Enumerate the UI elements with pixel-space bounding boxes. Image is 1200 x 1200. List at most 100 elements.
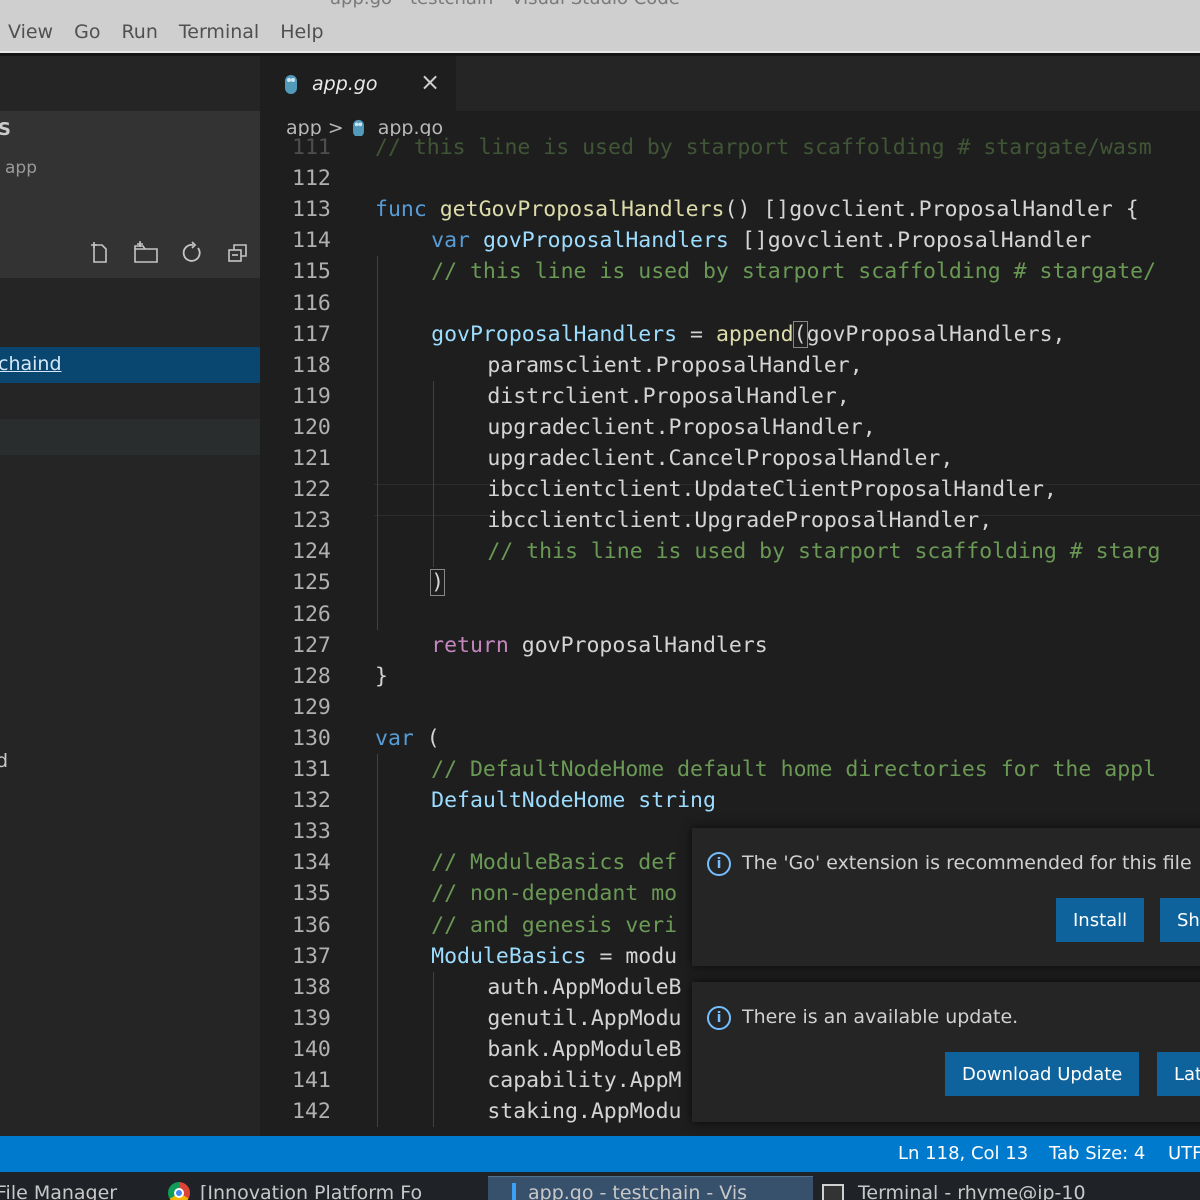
chrome-icon (168, 1182, 190, 1200)
code-line[interactable]: 129 (262, 692, 1200, 723)
code-token: = modu (586, 943, 678, 969)
code-token: ibcclientclient.UpdateClientProposalHand… (487, 477, 1057, 503)
line-number: 113 (292, 197, 331, 223)
refresh-icon[interactable] (178, 239, 206, 267)
code-token: ) (430, 569, 446, 597)
taskbar-terminal[interactable]: Terminal - rhyme@ip-10 (822, 1182, 1086, 1200)
code-line[interactable]: 117 govProposalHandlers = append(govPropo… (262, 319, 1200, 350)
code-line[interactable]: 115 // this line is used by starport scaf… (262, 256, 1200, 287)
code-token: bank.AppModuleB (487, 1036, 682, 1062)
line-number: 135 (292, 881, 331, 907)
line-number: 141 (292, 1068, 331, 1093)
code-line[interactable]: 130 var ( (262, 723, 1200, 754)
code-token: string (625, 788, 716, 814)
menu-go[interactable]: Go (74, 21, 100, 43)
menu-bar: View Go Run Terminal Help (0, 12, 1200, 53)
line-number: 140 (292, 1036, 331, 1062)
code-line[interactable]: 113 func getGovProposalHandlers() []govcl… (262, 194, 1200, 225)
code-line[interactable]: 131 // DefaultNodeHome default home direc… (262, 754, 1200, 785)
code-token: = (677, 321, 716, 347)
tab-app-go[interactable]: app.go × (262, 56, 456, 111)
file-encoding[interactable]: UTF-8 (1168, 1143, 1200, 1164)
code-comment: // this line is used by starport scaffol… (375, 136, 1152, 160)
taskbar-browser[interactable]: [Innovation Platform Fo (168, 1182, 422, 1200)
tab-size[interactable]: Tab Size: 4 (1049, 1143, 1145, 1164)
code-token: []govclient.ProposalHandler (728, 228, 1092, 254)
code-text: var ( (375, 723, 440, 754)
code-line[interactable]: 118 paramsclient.ProposalHandler, (262, 350, 1200, 381)
explorer-folder-name[interactable]: app (5, 158, 37, 178)
info-icon: i (707, 852, 731, 876)
explorer-item-fragment[interactable]: d (0, 750, 8, 772)
code-token: auth.AppModuleB (487, 974, 682, 1000)
code-line[interactable]: 111 // this line is used by starport scaf… (262, 136, 1200, 163)
line-number: 134 (292, 850, 331, 876)
taskbar-file-manager[interactable]: File Manager (0, 1182, 117, 1200)
menu-run[interactable]: Run (121, 21, 157, 43)
code-token: govProposalHandlers, (806, 321, 1066, 347)
explorer-item-label: chaind (0, 353, 62, 375)
code-text: capability.AppM (487, 1065, 681, 1096)
code-line[interactable]: 120 upgradeclient.ProposalHandler, (262, 412, 1200, 443)
code-text: func getGovProposalHandlers() []govclien… (375, 194, 1139, 225)
code-token: DefaultNodeHome (431, 788, 626, 814)
line-number: 132 (292, 788, 331, 814)
line-number: 123 (292, 508, 331, 534)
show-recommendations-button[interactable]: Show Recommendations (1160, 898, 1200, 942)
new-file-icon[interactable] (86, 239, 114, 267)
code-line[interactable]: 116 (262, 288, 1200, 319)
code-line[interactable]: 126 (262, 599, 1200, 630)
notification-message: There is an available update. (742, 1006, 1019, 1028)
line-number: 131 (292, 757, 331, 782)
line-number: 130 (292, 725, 331, 751)
explorer-item-hover[interactable] (0, 419, 260, 455)
code-comment: // this line is used by starport scaffol… (431, 259, 1157, 285)
code-text: auth.AppModuleB (487, 972, 681, 1003)
code-text: // non-dependant mo (431, 878, 677, 909)
code-line[interactable]: 132 DefaultNodeHome string (262, 785, 1200, 816)
explorer-item-selected[interactable]: chaind (0, 347, 260, 383)
code-comment: // this line is used by starport scaffol… (487, 539, 1161, 565)
line-number: 128 (292, 663, 331, 689)
taskbar-label: app.go - testchain - Vis (528, 1182, 748, 1200)
menu-help[interactable]: Help (280, 21, 323, 43)
code-line[interactable]: 121 upgradeclient.CancelProposalHandler, (262, 443, 1200, 474)
notification-go-extension: i The 'Go' extension is recommended for … (692, 828, 1200, 966)
collapse-all-icon[interactable] (224, 239, 252, 267)
menu-terminal[interactable]: Terminal (179, 21, 259, 43)
line-number: 112 (292, 166, 331, 192)
code-line[interactable]: 123 ibcclientclient.UpgradeProposalHandle… (262, 505, 1200, 536)
line-number: 142 (292, 1099, 331, 1125)
code-text: ModuleBasics = modu (431, 941, 677, 972)
later-button[interactable]: Later (1157, 1052, 1200, 1096)
window-title: app.go - testchain - Visual Studio Code (330, 0, 680, 9)
code-text: // this line is used by starport scaffol… (487, 536, 1160, 567)
line-number: 116 (292, 290, 331, 316)
menu-view[interactable]: View (8, 21, 53, 43)
code-text: govProposalHandlers = append(govProposal… (431, 319, 1065, 350)
explorer-section-header[interactable]: S app (0, 111, 262, 278)
code-line[interactable]: 122 ibcclientclient.UpdateClientProposalH… (262, 474, 1200, 505)
code-line[interactable]: 127 return govProposalHandlers (262, 630, 1200, 661)
code-line[interactable]: 114 var govProposalHandlers []govclient.P… (262, 225, 1200, 256)
new-folder-icon[interactable] (132, 239, 160, 267)
line-number: 133 (292, 819, 331, 845)
taskbar-vscode[interactable]: app.go - testchain - Vis (500, 1182, 747, 1200)
code-token: return (431, 632, 522, 658)
code-token: genutil.AppModu (487, 1005, 682, 1031)
cursor-position[interactable]: Ln 118, Col 13 (898, 1143, 1028, 1164)
install-button[interactable]: Install (1056, 898, 1145, 942)
indent-guide (377, 256, 378, 630)
notification-update: i There is an available update. Download… (692, 982, 1200, 1122)
code-line[interactable]: 112 (262, 163, 1200, 194)
code-token: ModuleBasics (431, 943, 587, 969)
code-line[interactable]: 124 // this line is used by starport scaf… (262, 536, 1200, 567)
code-line[interactable]: 128} (262, 661, 1200, 692)
line-number: 114 (292, 228, 331, 254)
indent-guide (433, 971, 434, 1128)
code-line[interactable]: 119 distrclient.ProposalHandler, (262, 381, 1200, 412)
code-text: ) (430, 567, 446, 598)
download-update-button[interactable]: Download Update (945, 1052, 1140, 1096)
close-icon[interactable]: × (420, 68, 440, 96)
code-line[interactable]: 125) (262, 567, 1200, 598)
